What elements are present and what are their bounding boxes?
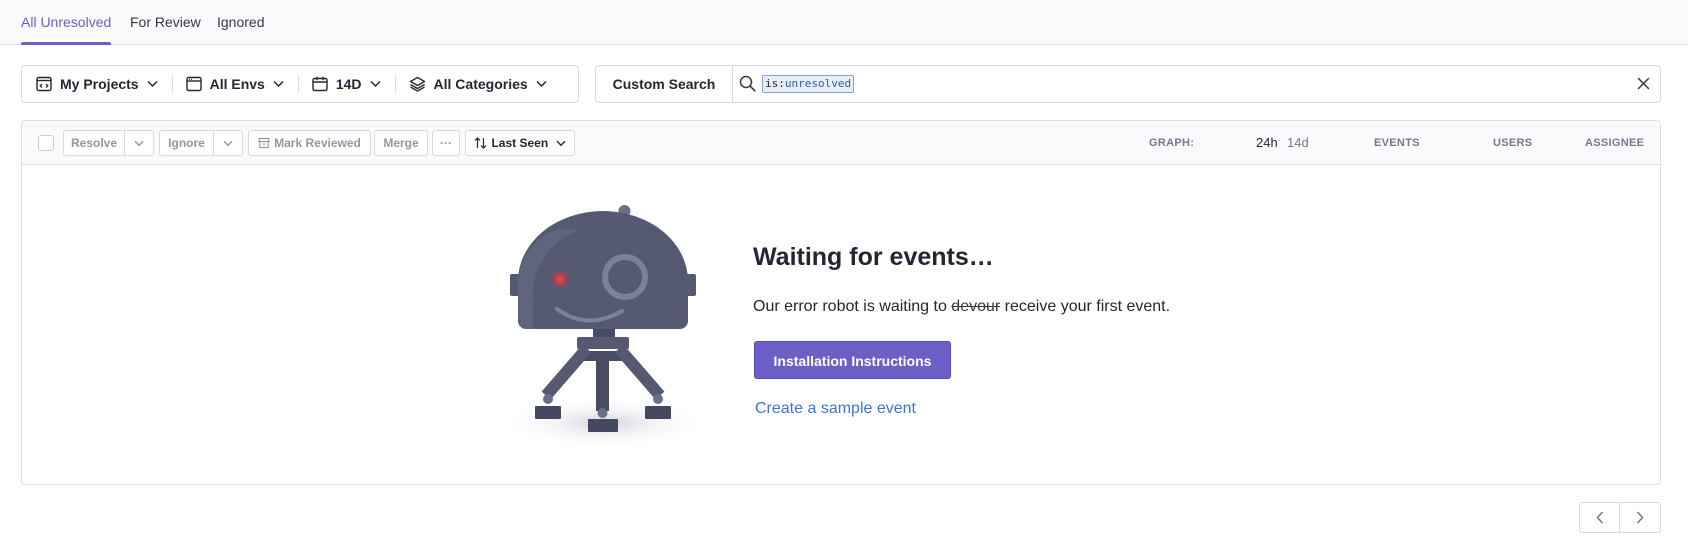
date-filter-label: 14D (335, 76, 362, 92)
chevron-down-icon (147, 80, 158, 88)
calendar-icon (312, 76, 328, 92)
chevron-down-icon (370, 80, 381, 88)
installation-instructions-button[interactable]: Installation Instructions (754, 341, 951, 379)
users-column-label: USERS (1493, 137, 1533, 149)
category-filter-label: All Categories (433, 76, 528, 92)
sort-label: Last Seen (491, 136, 549, 150)
empty-state-description: Our error robot is waiting to devour rec… (753, 298, 1170, 316)
chevron-left-icon (1595, 511, 1603, 524)
empty-state-desc-before: Our error robot is waiting to (753, 298, 952, 315)
chevron-right-icon (1636, 511, 1644, 524)
empty-state-desc-after: receive your first event. (1000, 298, 1171, 315)
chevron-down-icon (134, 141, 144, 147)
chevron-down-icon (273, 80, 284, 88)
page-filters: My Projects All Envs 14D All Categories (21, 65, 579, 103)
chevron-down-icon (556, 141, 566, 147)
search-token-key: is: (765, 77, 785, 90)
search-bar[interactable]: Custom Search is:unresolved (595, 65, 1661, 103)
search-token[interactable]: is:unresolved (762, 75, 855, 93)
empty-state-title: Waiting for events… (753, 243, 994, 271)
category-filter[interactable]: All Categories (394, 66, 561, 102)
search-token-value: unresolved (784, 77, 852, 90)
events-column-label: EVENTS (1374, 137, 1420, 149)
close-icon[interactable] (1637, 77, 1650, 90)
issue-list-panel: Resolve Ignore Mark Reviewed Merge ··· L… (21, 120, 1661, 485)
layers-icon (409, 76, 425, 92)
graph-period-14d[interactable]: 14d (1287, 121, 1309, 165)
project-filter-label: My Projects (60, 76, 139, 92)
assignee-column-label: ASSIGNEE (1585, 137, 1645, 149)
environment-filter-label: All Envs (209, 76, 265, 92)
project-filter[interactable]: My Projects (22, 66, 172, 102)
mark-reviewed-label: Mark Reviewed (274, 136, 361, 150)
ignore-button[interactable]: Ignore (159, 130, 214, 156)
archive-icon (258, 137, 270, 149)
chevron-down-icon (536, 80, 547, 88)
create-sample-event-link[interactable]: Create a sample event (755, 400, 916, 418)
select-all-checkbox[interactable] (38, 135, 54, 151)
empty-state-desc-struck: devour (951, 298, 1001, 315)
tab-all-unresolved[interactable]: All Unresolved (21, 0, 112, 45)
window-icon (185, 76, 202, 92)
environment-filter[interactable]: All Envs (171, 66, 298, 102)
issue-list-header: Resolve Ignore Mark Reviewed Merge ··· L… (22, 121, 1660, 165)
graph-column-label: GRAPH: (1149, 137, 1195, 149)
waiting-robot-illustration (500, 205, 710, 449)
date-filter[interactable]: 14D (297, 66, 395, 102)
tab-ignored[interactable]: Ignored (217, 0, 264, 45)
resolve-dropdown-button[interactable] (125, 130, 154, 156)
tab-bar: All Unresolved For Review Ignored (0, 0, 1688, 45)
more-actions-button[interactable]: ··· (432, 130, 460, 156)
tab-for-review[interactable]: For Review (130, 0, 201, 45)
sort-icon (475, 137, 487, 149)
next-page-button[interactable] (1620, 502, 1661, 533)
chevron-down-icon (223, 141, 233, 147)
project-icon (36, 76, 52, 92)
custom-search-button[interactable]: Custom Search (596, 66, 733, 102)
search-icon (739, 75, 756, 92)
mark-reviewed-button[interactable]: Mark Reviewed (248, 130, 371, 156)
resolve-button[interactable]: Resolve (63, 130, 125, 156)
sort-button[interactable]: Last Seen (465, 130, 575, 156)
graph-period-24h[interactable]: 24h (1256, 121, 1278, 165)
pagination (1579, 502, 1661, 533)
previous-page-button[interactable] (1579, 502, 1620, 533)
merge-button[interactable]: Merge (374, 130, 428, 156)
ignore-dropdown-button[interactable] (214, 130, 243, 156)
